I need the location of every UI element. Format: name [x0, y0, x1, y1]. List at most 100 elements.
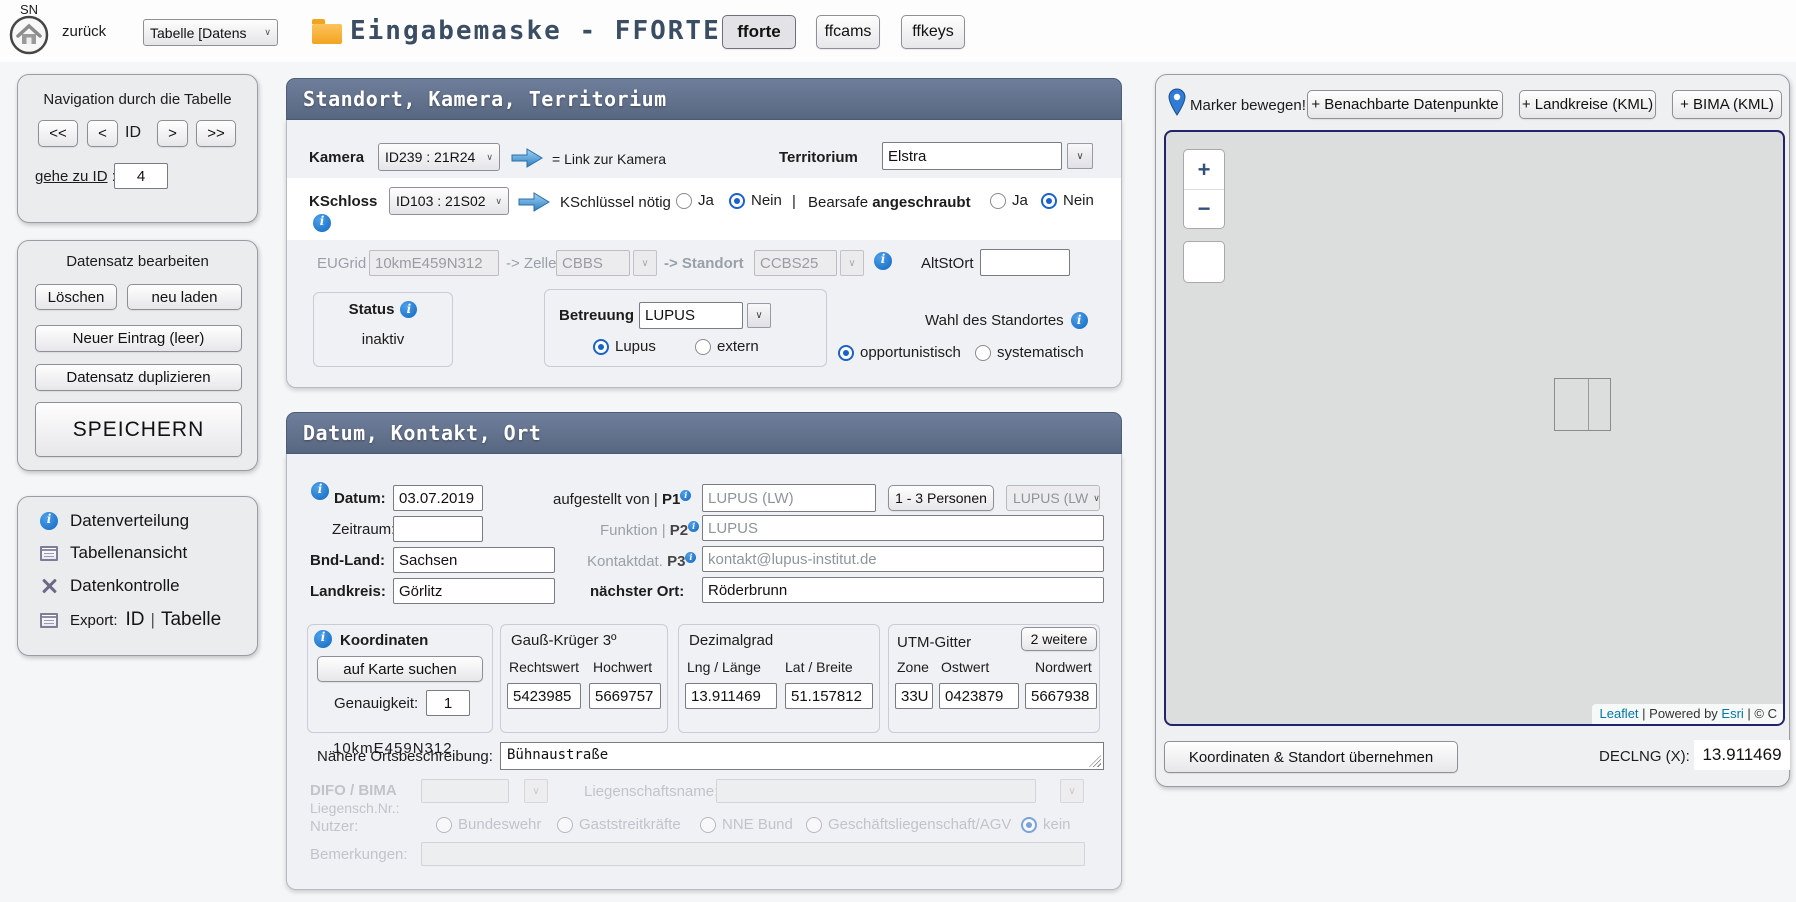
radio-icon[interactable]: [1041, 193, 1057, 209]
bima-kml-button[interactable]: + BIMA (KML): [1672, 90, 1782, 119]
info-icon[interactable]: [313, 214, 331, 232]
resize-handle-icon[interactable]: [1089, 755, 1101, 767]
camera-link-arrow-icon[interactable]: [510, 146, 544, 175]
navigation-panel: Navigation durch die Tabelle << < ID > >…: [17, 74, 258, 223]
landkreis-input[interactable]: Görlitz: [393, 578, 555, 604]
personen-button[interactable]: 1 - 3 Personen: [888, 485, 994, 511]
betreuung-dropdown-button[interactable]: ∨: [747, 303, 771, 328]
bearsafe-nein-option[interactable]: Nein: [1041, 192, 1094, 209]
territorium-input[interactable]: Elstra: [882, 142, 1062, 170]
radio-icon[interactable]: [975, 345, 991, 361]
reload-button[interactable]: neu laden: [127, 284, 242, 310]
betreuung-input[interactable]: LUPUS: [639, 302, 743, 329]
leaflet-link[interactable]: Leaflet: [1600, 706, 1639, 721]
kschloss-select[interactable]: ID103 : 21S02 ∨: [389, 187, 509, 215]
eugrid-input: 10kmE459N312: [369, 250, 499, 276]
territorium-label: Territorium: [779, 149, 858, 166]
info-icon[interactable]: [680, 490, 691, 501]
info-icon[interactable]: [311, 482, 329, 500]
koordinaten-label: Koordinaten: [340, 632, 428, 649]
goto-id-link[interactable]: gehe zu ID: [35, 168, 108, 185]
app-tab-ffkeys[interactable]: ffkeys: [901, 15, 965, 49]
new-entry-button[interactable]: Neuer Eintrag (leer): [35, 325, 242, 352]
ortsbeschreibung-textarea[interactable]: Bühnaustraße: [500, 742, 1104, 770]
back-link[interactable]: zurück: [62, 23, 106, 40]
utm-more-button[interactable]: 2 weitere: [1021, 627, 1097, 651]
radio-icon[interactable]: [676, 193, 692, 209]
save-button[interactable]: SPEICHERN: [35, 402, 242, 457]
p2-input[interactable]: LUPUS: [702, 515, 1104, 541]
last-record-button[interactable]: >>: [196, 120, 236, 147]
naechster-ort-input[interactable]: Röderbrunn: [702, 577, 1104, 603]
utm-nordwert-input[interactable]: 5667938: [1025, 683, 1097, 709]
zoom-out-button[interactable]: −: [1184, 189, 1224, 228]
kschloss-link-arrow-icon[interactable]: [517, 190, 551, 219]
map-tile-outline: [1554, 378, 1611, 431]
export-id-link[interactable]: ID: [126, 609, 145, 631]
radio-icon[interactable]: [593, 339, 609, 355]
info-icon[interactable]: [314, 630, 332, 648]
karte-suchen-button[interactable]: auf Karte suchen: [317, 656, 483, 682]
landkreise-kml-button[interactable]: + Landkreise (KML): [1519, 90, 1656, 119]
betreuung-lupus-option[interactable]: Lupus: [593, 338, 656, 355]
kschluessel-ja-option[interactable]: Ja: [676, 192, 714, 209]
goto-id-input[interactable]: 4: [114, 163, 168, 189]
export-table-icon: [40, 613, 58, 628]
genauigkeit-input[interactable]: 1: [426, 690, 470, 716]
export-table-link[interactable]: Tabelle: [161, 609, 221, 631]
info-icon: [40, 512, 58, 530]
gk-hochwert-input[interactable]: 5669757: [589, 683, 661, 709]
datum-input[interactable]: 03.07.2019: [393, 485, 483, 511]
info-icon[interactable]: [1071, 312, 1088, 329]
app-tab-fforte[interactable]: fforte: [722, 15, 796, 49]
territorium-dropdown-button[interactable]: ∨: [1067, 143, 1093, 169]
sidebar-item-datenkontrolle[interactable]: Datenkontrolle: [40, 576, 180, 596]
p1-select[interactable]: LUPUS (LW ∨: [1006, 485, 1100, 511]
utm-col-zone: Zone: [897, 659, 929, 675]
table-select[interactable]: Tabelle [Datens ∨: [143, 19, 278, 46]
bndland-input[interactable]: Sachsen: [393, 547, 555, 573]
radio-icon[interactable]: [838, 345, 854, 361]
next-record-button[interactable]: >: [157, 120, 188, 147]
gk-title: Gauß-Krüger 3º: [511, 632, 617, 649]
esri-link[interactable]: Esri: [1721, 706, 1743, 721]
duplicate-button[interactable]: Datensatz duplizieren: [35, 364, 242, 391]
datenpunkte-button[interactable]: + Benachbarte Datenpunkte: [1307, 90, 1503, 119]
sidebar-item-tabellenansicht[interactable]: Tabellenansicht: [40, 543, 187, 563]
map-layers-button[interactable]: [1183, 241, 1225, 283]
bearsafe-ja-option[interactable]: Ja: [990, 192, 1028, 209]
betreuung-extern-option[interactable]: extern: [695, 338, 759, 355]
home-icon[interactable]: [9, 15, 49, 55]
radio-icon[interactable]: [695, 339, 711, 355]
gk-rechtswert-input[interactable]: 5423985: [507, 683, 581, 709]
p3-input[interactable]: kontakt@lupus-institut.de: [702, 546, 1104, 572]
wahl-systematisch-option[interactable]: systematisch: [975, 344, 1084, 361]
gauss-krueger-box: Gauß-Krüger 3º Rechtswert Hochwert 54239…: [500, 624, 668, 733]
info-icon[interactable]: [400, 301, 417, 318]
dg-lng-input[interactable]: 13.911469: [685, 683, 777, 709]
kamera-select[interactable]: ID239 : 21R24 ∨: [378, 143, 500, 171]
radio-icon[interactable]: [729, 193, 745, 209]
utm-ostwert-input[interactable]: 0423879: [939, 683, 1019, 709]
zeitraum-input[interactable]: [393, 516, 483, 542]
info-icon[interactable]: [685, 552, 696, 563]
sidebar-item-datenverteilung[interactable]: Datenverteilung: [40, 511, 189, 531]
p1-input[interactable]: LUPUS (LW): [702, 484, 876, 512]
kschluessel-nein-option[interactable]: Nein: [729, 192, 782, 209]
info-icon[interactable]: [688, 521, 699, 532]
utm-zone-input[interactable]: 33U: [895, 683, 933, 709]
map-canvas[interactable]: + − Leaflet | Powered by Esri | © C: [1164, 130, 1785, 726]
zoom-in-button[interactable]: +: [1184, 150, 1224, 189]
altstort-input[interactable]: [980, 249, 1070, 276]
first-record-button[interactable]: <<: [38, 120, 78, 147]
dg-lat-input[interactable]: 51.157812: [785, 683, 873, 709]
funktion-label: Funktion | P2: [600, 521, 699, 539]
wahl-opportunistisch-option[interactable]: opportunistisch: [838, 344, 961, 361]
prev-record-button[interactable]: <: [87, 120, 118, 147]
radio-icon[interactable]: [990, 193, 1006, 209]
chevron-down-icon: ∨: [641, 258, 648, 269]
delete-button[interactable]: Löschen: [35, 284, 117, 310]
apply-coordinates-button[interactable]: Koordinaten & Standort übernehmen: [1164, 741, 1458, 773]
info-icon[interactable]: [874, 252, 892, 270]
app-tab-ffcams[interactable]: ffcams: [816, 15, 880, 49]
